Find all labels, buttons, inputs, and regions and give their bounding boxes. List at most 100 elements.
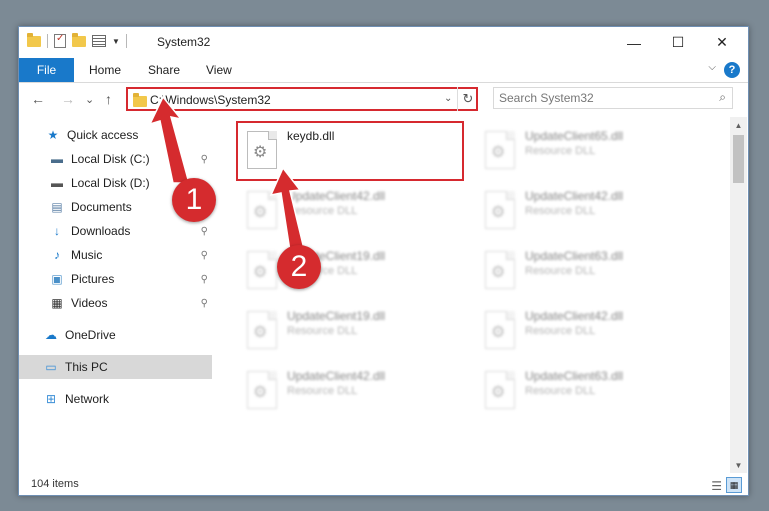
gear-icon: ⚙ [253,324,268,341]
file-type: Resource DLL [287,205,358,217]
sidebar-item[interactable]: ♪ Music ⚲ [19,243,212,267]
folder-icon [27,32,41,47]
gear-icon: ⚙ [253,144,268,161]
large-icons-view-icon[interactable]: ▦ [726,477,742,493]
sidebar-item[interactable]: ▭ This PC [19,355,212,379]
pin-icon[interactable]: ⚲ [201,250,208,261]
drive-icon: ▬ [51,152,63,166]
toolbar-separator [47,34,48,48]
pin-icon[interactable]: ⚲ [201,298,208,309]
address-path[interactable]: C:\Windows\System32 [150,93,271,107]
videos-icon: ▦ [51,296,63,310]
file-item[interactable]: ⚙ UpdateClient63.dll Resource DLL [479,363,704,419]
sidebar-item-label: Music [71,248,103,262]
maximize-button[interactable]: ☐ [655,27,701,58]
file-name: UpdateClient63.dll [525,369,624,383]
gear-icon: ⚙ [253,384,268,401]
window-title: System32 [157,35,211,49]
sidebar-item[interactable]: ↓ Downloads ⚲ [19,219,212,243]
file-item[interactable]: ⚙ UpdateClient42.dll Resource DLL [241,363,466,419]
file-item[interactable]: ⚙ UpdateClient63.dll Resource DLL [479,243,704,299]
refresh-button[interactable]: ↻ [457,87,478,111]
sidebar-item-label: Downloads [71,224,131,238]
sidebar-item[interactable]: ▦ Videos ⚲ [19,291,212,315]
dll-file-icon: ⚙ [247,191,277,229]
tab-file[interactable]: File [19,58,74,82]
sidebar-item-label: Documents [71,200,132,214]
properties-icon[interactable] [54,33,66,48]
file-item[interactable]: ⚙ UpdateClient65.dll Resource DLL [479,123,704,179]
scroll-up-icon[interactable]: ▲ [730,117,747,133]
gear-icon: ⚙ [253,264,268,281]
file-item[interactable]: ⚙ UpdateClient42.dll Resource DLL [241,183,466,239]
pictures-icon: ▣ [51,272,63,286]
dll-file-icon: ⚙ [485,371,515,409]
file-item[interactable]: ⚙ UpdateClient42.dll Resource DLL [479,183,704,239]
sidebar-item[interactable]: ▣ Pictures ⚲ [19,267,212,291]
network-icon: ⊞ [45,392,57,406]
pin-icon[interactable]: ⚲ [201,226,208,237]
file-item[interactable]: ⚙ UpdateClient19.dll Resource DLL [241,303,466,359]
file-item[interactable]: ⚙ keydb.dll [241,123,466,179]
file-type: Resource DLL [287,325,358,337]
forward-button[interactable]: → [61,91,75,107]
star-icon: ★ [47,128,59,142]
ribbon-tabs: File Home Share View ⌵ ? [19,58,748,83]
tab-home[interactable]: Home [89,58,121,82]
recent-locations-button[interactable]: ⌄ [85,93,94,106]
details-view-icon[interactable]: ☰ [711,479,722,493]
new-folder-icon[interactable] [72,32,86,47]
sidebar-item-label: Local Disk (C:) [71,152,150,166]
vertical-scrollbar[interactable]: ▲ ▼ [730,117,747,473]
minimize-button[interactable]: — [611,27,657,58]
sidebar-item[interactable]: ★ Quick access [19,123,212,147]
computer-icon: ▭ [45,360,57,374]
file-type: Resource DLL [525,385,596,397]
tab-view[interactable]: View [206,58,232,82]
sidebar-item[interactable]: ⊞ Network [19,387,212,411]
file-type: Resource DLL [525,325,596,337]
file-list: ⚙ keydb.dll ⚙ UpdateClient65.dll Resource DL… [231,117,733,473]
pin-icon[interactable]: ⚲ [201,274,208,285]
address-dropdown-icon[interactable]: ⌄ [444,93,452,104]
pin-icon[interactable]: ⚲ [201,154,208,165]
close-button[interactable]: ✕ [699,27,745,58]
sidebar-item-label: Local Disk (D:) [71,176,150,190]
dll-file-icon: ⚙ [485,191,515,229]
gear-icon: ⚙ [491,204,506,221]
folder-icon [133,93,147,107]
file-name: UpdateClient42.dll [287,189,386,203]
dll-file-icon: ⚙ [247,131,277,169]
music-icon: ♪ [54,248,60,262]
explorer-window: ▼ System32 — ☐ ✕ File Home Share View ⌵ … [18,26,749,496]
back-button[interactable]: ← [31,91,45,107]
file-name: UpdateClient42.dll [287,369,386,383]
chevron-down-icon[interactable]: ▼ [112,37,120,46]
address-bar[interactable]: C:\Windows\System32 ⌄ ↻ [126,87,478,111]
scroll-down-icon[interactable]: ▼ [730,457,747,473]
file-name: UpdateClient42.dll [525,309,624,323]
sidebar-item-label: OneDrive [65,328,116,342]
file-item[interactable]: ⚙ UpdateClient19.dll Resource DLL [241,243,466,299]
sidebar-item[interactable]: ▬ Local Disk (C:) ⚲ [19,147,212,171]
file-item[interactable]: ⚙ UpdateClient42.dll Resource DLL [479,303,704,359]
expand-ribbon-icon[interactable]: ⌵ [708,62,716,73]
dll-file-icon: ⚙ [247,311,277,349]
sidebar-item[interactable]: ☁ OneDrive [19,323,212,347]
scroll-thumb[interactable] [733,135,744,183]
search-input[interactable] [499,90,699,106]
quick-access-toolbar: ▼ [27,32,127,48]
dll-file-icon: ⚙ [247,371,277,409]
file-type: Resource DLL [525,265,596,277]
search-box[interactable]: ⌕ [493,87,733,109]
step-1-badge: 1 [172,178,216,222]
drive-icon: ▬ [51,176,63,190]
help-icon[interactable]: ? [724,62,740,78]
gear-icon: ⚙ [491,144,506,161]
tab-share[interactable]: Share [148,58,180,82]
customize-toolbar-icon[interactable] [92,35,106,47]
up-button[interactable]: ↑ [105,91,112,107]
search-icon[interactable]: ⌕ [719,90,726,105]
download-icon: ↓ [54,224,60,238]
sidebar-item-label: Videos [71,296,108,310]
